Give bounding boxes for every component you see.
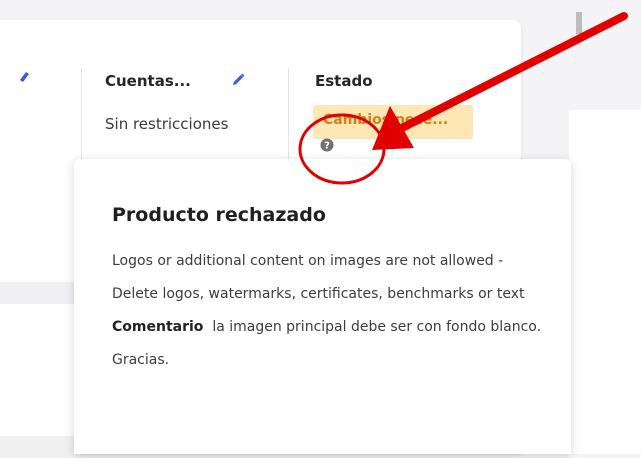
pencil-icon[interactable] [18,70,30,84]
comment-label: Comentario [112,319,204,335]
table-row-divider [0,436,80,458]
status-badge[interactable]: Cambios nece... [313,105,473,139]
svg-text:?: ? [324,141,330,152]
tooltip-title: Producto rechazado [112,204,326,226]
scrollbar-thumb[interactable] [576,12,582,34]
help-icon[interactable]: ? [320,138,334,152]
accounts-column-title: Cuentas... [105,72,191,90]
column-divider [81,68,82,160]
pencil-icon[interactable] [230,72,246,88]
side-panel [569,110,641,454]
accounts-column-value: Sin restricciones [105,115,229,133]
rejection-tooltip: Producto rechazado Logos or additional c… [74,159,571,454]
table-row-divider [0,282,80,304]
status-column-title: Estado [315,72,373,90]
column-divider [288,68,289,160]
tooltip-body: Logos or additional content on images ar… [112,245,552,377]
tooltip-message: Logos or additional content on images ar… [112,253,525,302]
